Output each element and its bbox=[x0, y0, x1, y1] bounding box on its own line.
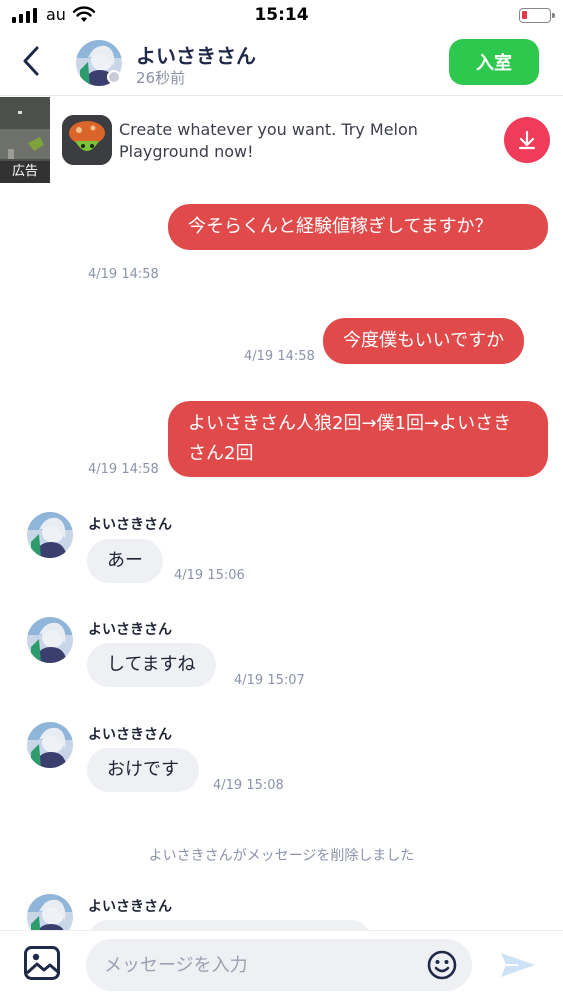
avatar[interactable] bbox=[27, 722, 73, 768]
chat-header: よいさきさん 26秒前 入室 bbox=[0, 32, 563, 96]
image-icon bbox=[24, 946, 60, 980]
back-chevron-icon bbox=[23, 46, 39, 76]
sender-name: よいさきさん bbox=[88, 517, 172, 533]
ad-thumbnail[interactable]: 広告 bbox=[0, 97, 50, 183]
last-seen: 26秒前 bbox=[136, 69, 186, 87]
ad-label: 広告 bbox=[0, 161, 50, 183]
send-button[interactable] bbox=[498, 949, 538, 981]
sender-name: よいさきさん bbox=[88, 899, 172, 915]
outgoing-message-bubble[interactable]: 今度僕もいいですか bbox=[323, 318, 525, 364]
enter-room-button[interactable]: 入室 bbox=[449, 39, 539, 85]
ad-app-icon[interactable] bbox=[62, 115, 112, 165]
back-button[interactable] bbox=[14, 44, 48, 78]
incoming-message-bubble[interactable]: あー bbox=[87, 539, 163, 583]
incoming-message-bubble[interactable]: おけです bbox=[87, 748, 199, 792]
message-timestamp: 4/19 14:58 bbox=[88, 267, 159, 282]
status-bar: au 15:14 bbox=[0, 0, 563, 32]
system-message: よいさきさんがメッセージを削除しました bbox=[148, 848, 415, 864]
avatar[interactable] bbox=[27, 617, 73, 663]
avatar[interactable] bbox=[27, 512, 73, 558]
download-icon bbox=[518, 130, 536, 150]
ad-banner[interactable]: 広告 Create whatever you want. Try Melon P… bbox=[0, 97, 563, 185]
status-time: 15:14 bbox=[254, 5, 309, 25]
incoming-message-bubble[interactable]: してますね bbox=[87, 643, 216, 687]
message-timestamp: 4/19 14:58 bbox=[244, 349, 315, 364]
composer-bar bbox=[0, 930, 563, 1000]
battery-icon bbox=[519, 8, 555, 23]
message-input[interactable] bbox=[86, 939, 472, 991]
ad-download-button[interactable] bbox=[504, 117, 550, 163]
message-timestamp: 4/19 14:58 bbox=[88, 462, 159, 477]
emoji-button[interactable] bbox=[426, 949, 458, 981]
emoji-icon bbox=[427, 950, 457, 980]
sender-name: よいさきさん bbox=[88, 622, 172, 638]
image-picker-button[interactable] bbox=[23, 945, 61, 981]
presence-dot bbox=[107, 70, 121, 84]
message-timestamp: 4/19 15:06 bbox=[174, 568, 245, 583]
outgoing-message-bubble[interactable]: 今そらくんと経験値稼ぎしてますか？ bbox=[168, 204, 548, 250]
message-timestamp: 4/19 15:07 bbox=[234, 673, 305, 688]
send-icon bbox=[501, 953, 535, 977]
sender-name: よいさきさん bbox=[88, 727, 172, 743]
outgoing-message-bubble[interactable]: よいさきさん人狼2回→僕1回→よいさきさん2回 bbox=[168, 401, 548, 477]
contact-name: よいさきさん bbox=[136, 44, 256, 68]
message-timestamp: 4/19 15:08 bbox=[213, 778, 284, 793]
ad-text[interactable]: Create whatever you want. Try Melon Play… bbox=[119, 119, 489, 163]
